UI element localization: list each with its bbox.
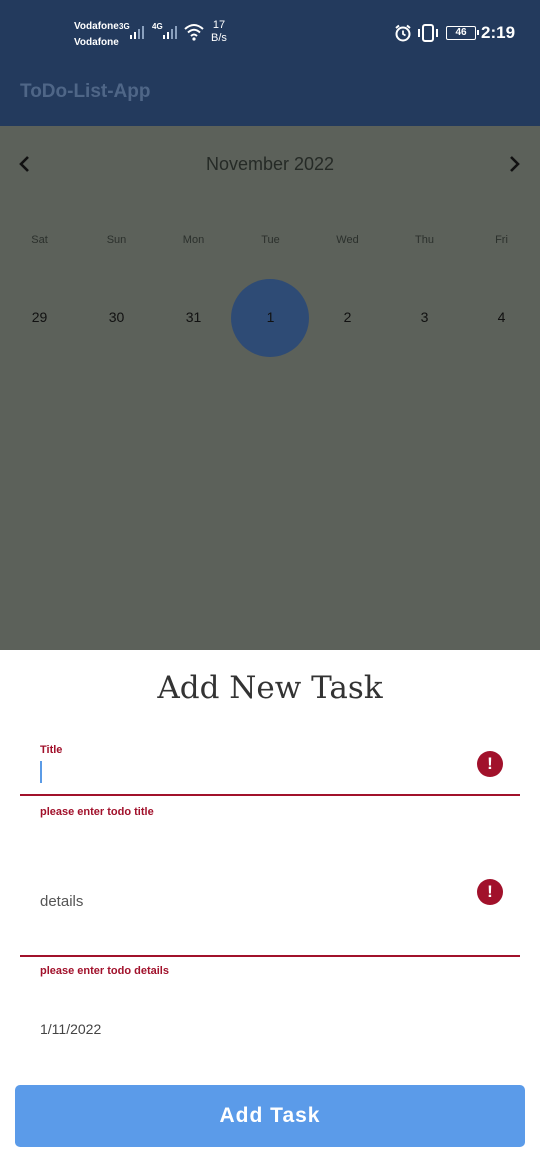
- title-field-label: Title: [40, 744, 63, 756]
- date-cell[interactable]: 29: [1, 309, 78, 325]
- details-input[interactable]: [40, 887, 460, 915]
- title-input[interactable]: [40, 756, 460, 786]
- weekday-label: Fri: [495, 234, 508, 246]
- date-cell[interactable]: 31: [155, 309, 232, 325]
- carrier-1: Vodafone: [74, 21, 119, 32]
- weekday-label: Mon: [182, 234, 205, 246]
- clock: 2:19: [481, 23, 516, 42]
- title-underline: [20, 794, 520, 796]
- signal-icon-2: [163, 26, 177, 39]
- weekday-label: Thu: [415, 234, 434, 246]
- error-icon: !: [477, 751, 503, 777]
- selected-date-text[interactable]: 1/11/2022: [40, 1021, 101, 1037]
- app-title: ToDo-List-App: [20, 81, 151, 102]
- weekday-label: Sat: [31, 234, 48, 246]
- date-cell[interactable]: 2: [309, 309, 386, 325]
- weekday-label: Wed: [336, 234, 359, 246]
- calendar: November 2022 Sat Sun Mon Tue Wed Thu Fr…: [0, 126, 540, 650]
- network-speed: 17 B/s: [211, 19, 227, 45]
- app-bar: ToDo-List-App: [0, 65, 540, 126]
- calendar-header: November 2022: [0, 126, 540, 206]
- status-bar: Vodafone Vodafone 3G 4G 17 B/s 46 2:19: [0, 0, 540, 65]
- sheet-title: Add New Task: [157, 670, 383, 706]
- wifi-icon: [184, 24, 204, 41]
- carrier-names: Vodafone Vodafone: [74, 19, 119, 51]
- speed-unit: B/s: [211, 32, 227, 44]
- weekday-label: Sun: [106, 234, 127, 246]
- details-error-text: please enter todo details: [40, 965, 169, 977]
- date-cell-selected[interactable]: 1: [232, 309, 309, 325]
- battery-icon: 46: [446, 26, 479, 40]
- add-task-sheet: Add New Task Title ! please enter todo t…: [0, 650, 540, 1170]
- month-title: November 2022: [205, 154, 335, 174]
- text-cursor: [40, 761, 42, 783]
- date-cell[interactable]: 3: [386, 309, 463, 325]
- alarm-icon: [395, 24, 411, 42]
- date-cell[interactable]: 30: [78, 309, 155, 325]
- details-underline: [20, 955, 520, 957]
- speed-value: 17: [212, 19, 226, 31]
- title-error-text: please enter todo title: [40, 806, 154, 818]
- vibrate-icon: [418, 24, 438, 42]
- weekday-label: Tue: [261, 234, 280, 246]
- carrier-2: Vodafone: [74, 37, 119, 48]
- add-task-button[interactable]: Add Task: [15, 1085, 525, 1147]
- error-icon: !: [477, 879, 503, 905]
- chevron-right-icon[interactable]: [506, 155, 522, 173]
- signal-icon: [130, 26, 144, 39]
- date-cell[interactable]: 4: [463, 309, 540, 325]
